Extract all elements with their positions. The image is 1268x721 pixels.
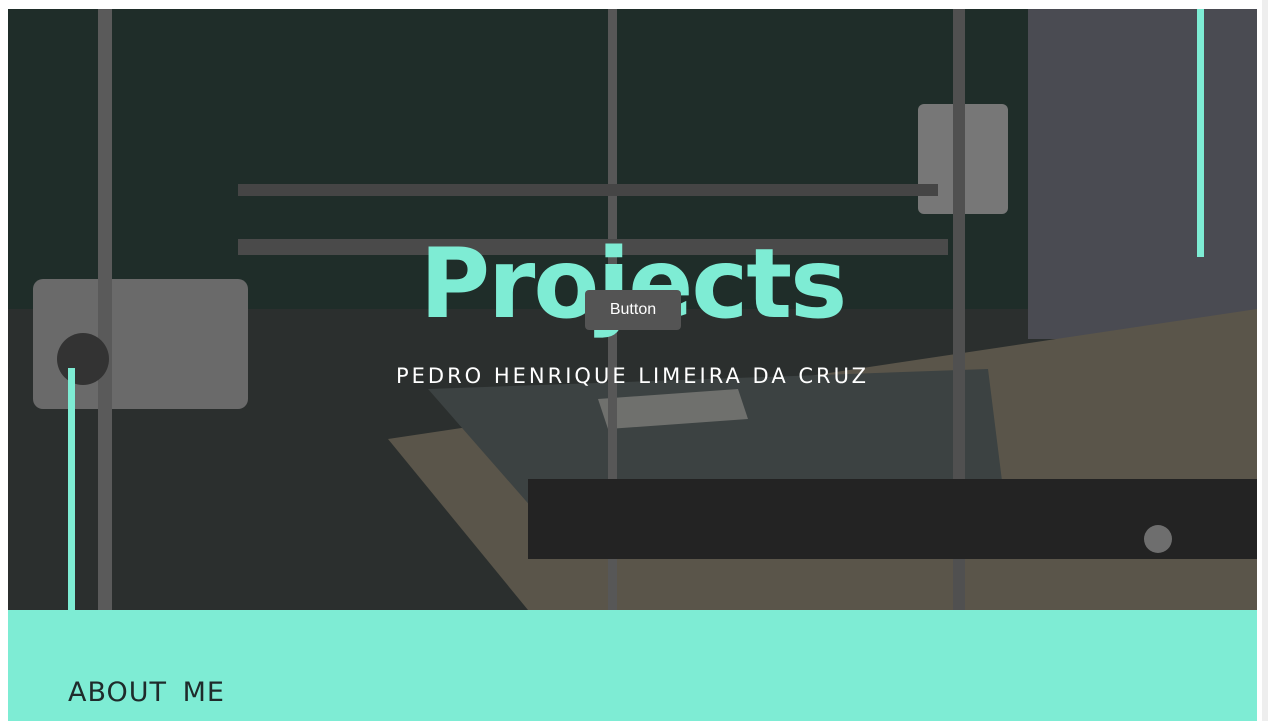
about-section: ABOUT ME — [8, 610, 1257, 721]
hero-button[interactable]: Button — [585, 290, 681, 330]
page: Projects Button PEDRO HENRIQUE LIMEIRA D… — [8, 9, 1257, 721]
accent-line-bottom-left — [68, 368, 75, 610]
hero-subtitle: PEDRO HENRIQUE LIMEIRA DA CRUZ — [395, 364, 870, 388]
hero-section: Projects Button PEDRO HENRIQUE LIMEIRA D… — [8, 9, 1257, 610]
about-heading: ABOUT ME — [68, 677, 225, 708]
page-scrollbar[interactable] — [1262, 0, 1268, 721]
accent-line-top-right — [1197, 9, 1204, 257]
